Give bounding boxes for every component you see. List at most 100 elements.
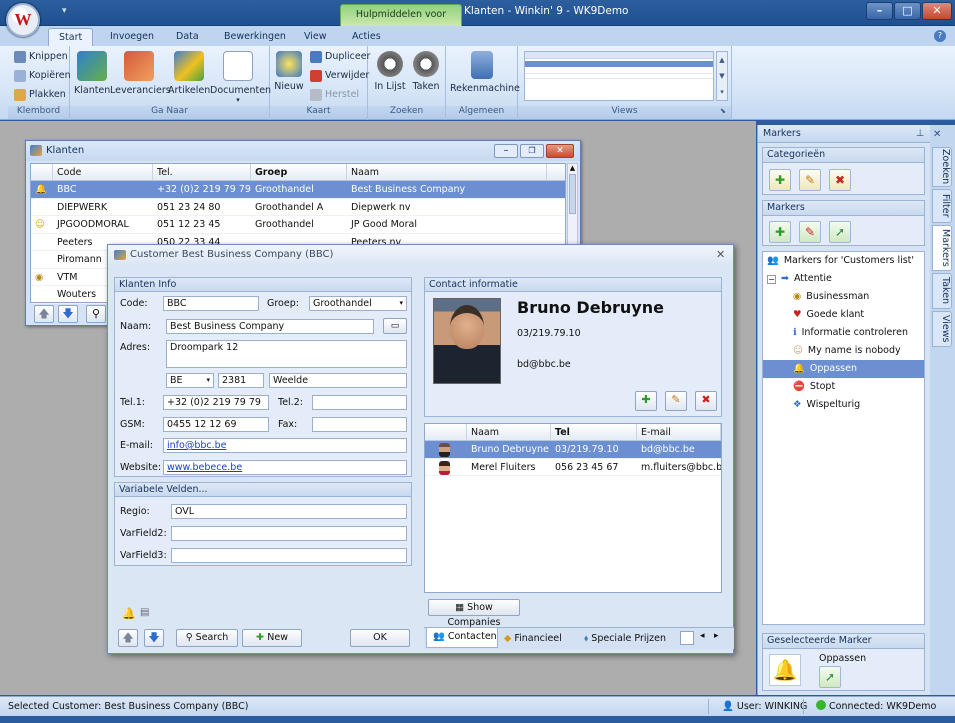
- quick-access-dropdown-icon[interactable]: ▾: [62, 6, 67, 16]
- website-field[interactable]: www.bebece.be: [163, 460, 407, 475]
- pin-icon[interactable]: ⊥: [916, 125, 924, 142]
- tab-invoegen[interactable]: Invoegen: [100, 28, 164, 46]
- add-contact-button[interactable]: ✚: [635, 391, 657, 411]
- marker-bell-icon[interactable]: 🔔: [122, 607, 136, 620]
- nieuw-button[interactable]: Nieuw: [274, 49, 304, 92]
- tree-item[interactable]: ◉ Businessman: [763, 288, 924, 306]
- tab-scroll-right-icon[interactable]: ▸: [714, 631, 719, 641]
- country-select[interactable]: BE ▾: [166, 373, 214, 388]
- minimize-icon[interactable]: –: [494, 144, 518, 158]
- scroll-up-icon[interactable]: ▲: [568, 164, 577, 172]
- side-tab-markers[interactable]: Markers: [932, 225, 952, 271]
- tab-scroll-left-icon[interactable]: ◂: [700, 631, 705, 641]
- column-naam[interactable]: Naam: [467, 424, 551, 440]
- show-companies-button[interactable]: ▦ Show Companies: [428, 599, 520, 628]
- tel1-field[interactable]: +32 (0)2 219 79 79: [163, 395, 269, 410]
- dialog-close-icon[interactable]: ✕: [716, 245, 725, 265]
- help-icon[interactable]: ?: [934, 30, 946, 42]
- card-icon-button[interactable]: ▭: [383, 318, 407, 334]
- artikelen-button[interactable]: Artikelen: [168, 49, 210, 96]
- naam-field[interactable]: Best Business Company: [166, 319, 374, 334]
- column-code[interactable]: Code: [53, 164, 153, 180]
- column-email[interactable]: E-mail: [637, 424, 721, 440]
- tree-item[interactable]: 🔔 Oppassen: [763, 360, 924, 378]
- dialog-launcher-icon[interactable]: ⬊: [720, 107, 726, 115]
- kopieren-button[interactable]: Kopiëren: [14, 67, 71, 85]
- tab-bewerkingen[interactable]: Bewerkingen: [214, 28, 296, 46]
- contact-row[interactable]: Bruno Debruyne 03/219.79.10 bd@bbc.be: [425, 441, 721, 459]
- gsm-field[interactable]: 0455 12 12 69: [163, 417, 269, 432]
- ok-button[interactable]: OK: [350, 629, 410, 647]
- side-tab-filter[interactable]: Filter: [932, 189, 952, 223]
- verwijder-button[interactable]: Verwijder: [310, 67, 369, 85]
- tab-speciale-prijzen[interactable]: ⬧ Speciale Prijzen: [584, 630, 666, 648]
- edit-marker-icon[interactable]: ➚: [829, 221, 851, 243]
- context-tab-hulpmiddelen[interactable]: Hulpmiddelen voor Klanten: [340, 4, 462, 40]
- close-window-button[interactable]: ✕: [922, 2, 952, 20]
- apply-marker-icon[interactable]: ➚: [819, 666, 841, 688]
- tree-item[interactable]: ⛔ Stopt: [763, 378, 924, 396]
- tel2-field[interactable]: [312, 395, 407, 410]
- column-tel[interactable]: Tel.: [153, 164, 251, 180]
- delete-category-icon[interactable]: ✖: [829, 169, 851, 191]
- edit-contact-button[interactable]: ✎: [665, 391, 687, 411]
- table-row[interactable]: DIEPWERK 051 23 24 80 Groothandel A Diepwer…: [31, 199, 565, 216]
- code-field[interactable]: BBC: [163, 296, 259, 311]
- restore-icon[interactable]: ❐: [520, 144, 544, 158]
- new-button[interactable]: ✚ New: [242, 629, 302, 647]
- city-field[interactable]: Weelde: [269, 373, 407, 388]
- documenten-button[interactable]: Documenten ▾: [210, 49, 271, 104]
- close-icon[interactable]: ✕: [546, 144, 574, 158]
- application-menu-button[interactable]: W: [6, 3, 40, 37]
- tree-node-attentie[interactable]: − ➡ Attentie: [763, 270, 924, 288]
- tab-financieel[interactable]: ◆ Financieel: [504, 630, 562, 648]
- side-tab-taken[interactable]: Taken: [932, 273, 952, 309]
- taken-button[interactable]: Taken: [410, 49, 442, 92]
- dupliceer-button[interactable]: Dupliceer: [310, 48, 370, 66]
- tab-start[interactable]: Start: [48, 28, 94, 46]
- tab-data[interactable]: Data: [166, 28, 209, 46]
- in-lijst-button[interactable]: In Lijst: [372, 49, 408, 92]
- knippen-button[interactable]: Knippen: [14, 48, 68, 66]
- tree-item[interactable]: ❖ Wispelturig: [763, 396, 924, 414]
- add-category-icon[interactable]: ✚: [769, 169, 791, 191]
- edit-category-icon[interactable]: ✎: [799, 169, 821, 191]
- add-marker-icon[interactable]: ✚: [769, 221, 791, 243]
- plakken-button[interactable]: Plakken: [14, 86, 66, 104]
- table-row[interactable]: 🔔 BBC +32 (0)2 219 79 79 Groothandel Best Bu…: [31, 181, 565, 199]
- rekenmachine-button[interactable]: Rekenmachine: [450, 49, 520, 94]
- close-pane-icon[interactable]: ✕: [933, 129, 941, 140]
- maximize-button[interactable]: □: [894, 2, 921, 20]
- column-tel[interactable]: Tel: [551, 424, 637, 440]
- column-groep[interactable]: Groep: [251, 164, 347, 180]
- tab-more-icon[interactable]: [680, 631, 694, 645]
- contact-row[interactable]: Merel Fluiters 056 23 45 67 m.fluiters@bbc…: [425, 459, 721, 476]
- collapse-icon[interactable]: −: [767, 274, 776, 284]
- side-tab-views[interactable]: Views: [932, 311, 952, 347]
- gallery-scroll-icon[interactable]: ▲ ▼ ▾: [716, 51, 728, 101]
- next-button[interactable]: 🡇: [144, 629, 164, 647]
- side-tab-zoeken[interactable]: Zoeken: [932, 147, 952, 187]
- tree-item[interactable]: ℹ Informatie controleren: [763, 324, 924, 342]
- scroll-thumb[interactable]: [569, 174, 576, 214]
- delete-contact-button[interactable]: ✖: [695, 391, 717, 411]
- varfield3-field[interactable]: [171, 548, 407, 563]
- herstel-button[interactable]: Herstel: [310, 86, 359, 104]
- note-icon[interactable]: ▤: [140, 607, 149, 618]
- fax-field[interactable]: [312, 417, 407, 432]
- tab-acties[interactable]: Acties: [342, 28, 391, 46]
- up-arrow-button[interactable]: 🡅: [34, 305, 54, 323]
- regio-field[interactable]: OVL: [171, 504, 407, 519]
- table-row[interactable]: ☺ JPGOODMORAL 051 12 23 45 Groothandel JP Go…: [31, 216, 565, 234]
- postcode-field[interactable]: 2381: [218, 373, 264, 388]
- adres-field[interactable]: Droompark 12: [166, 340, 407, 368]
- views-gallery[interactable]: [524, 51, 714, 101]
- varfield2-field[interactable]: [171, 526, 407, 541]
- email-field[interactable]: info@bbc.be: [163, 438, 407, 453]
- search-button[interactable]: ⚲ Search: [176, 629, 238, 647]
- minimize-button[interactable]: –: [866, 2, 893, 20]
- tab-view[interactable]: View: [294, 28, 337, 46]
- previous-button[interactable]: 🡅: [118, 629, 138, 647]
- down-arrow-button[interactable]: 🡇: [58, 305, 78, 323]
- tab-contacten[interactable]: 👥 Contacten: [426, 628, 498, 648]
